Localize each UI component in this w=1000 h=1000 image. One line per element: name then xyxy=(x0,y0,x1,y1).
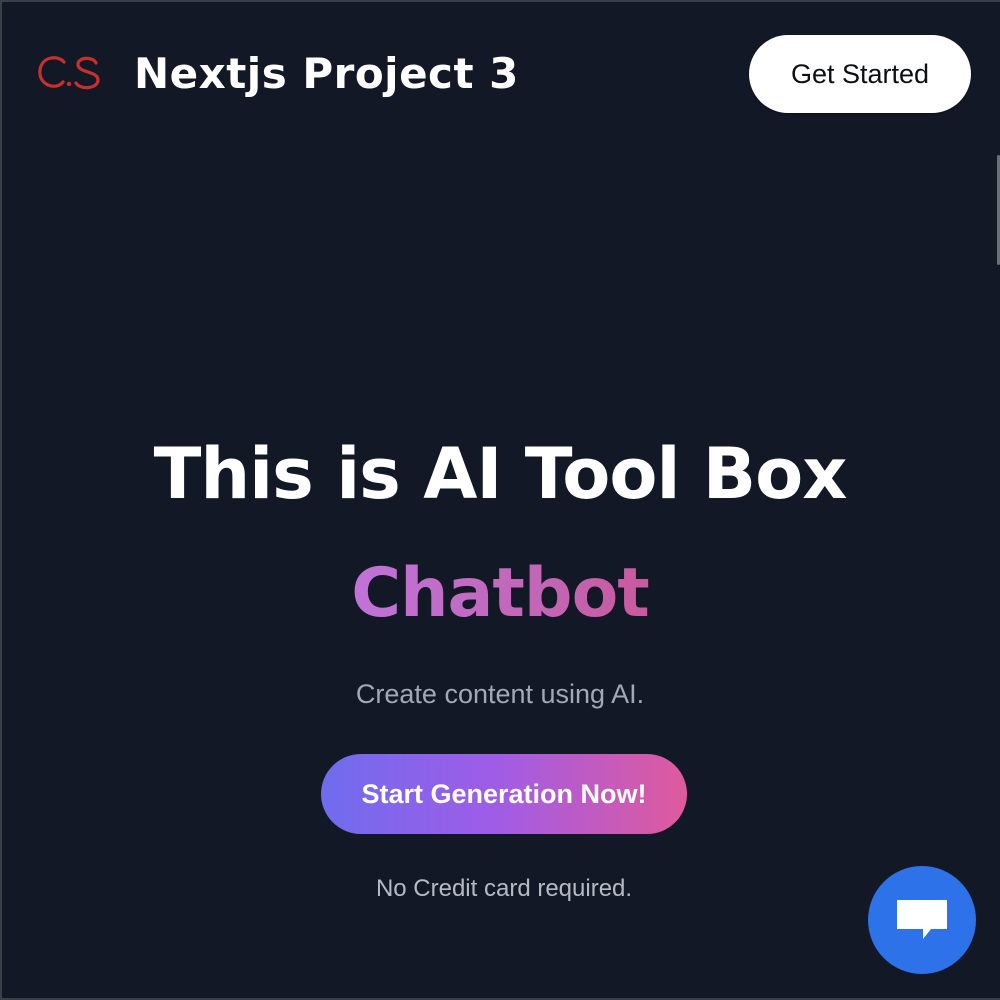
start-generation-button[interactable]: Start Generation Now! xyxy=(321,754,687,834)
cs-logo-icon xyxy=(36,40,102,106)
hero-subtitle: Create content using AI. xyxy=(355,679,645,709)
hero-title: This is AI Tool Box xyxy=(153,433,848,515)
brand-title: Nextjs Project 3 xyxy=(134,48,519,98)
chat-widget-button[interactable] xyxy=(868,866,976,974)
get-started-button[interactable]: Get Started xyxy=(749,35,971,113)
hero-highlight: Chatbot xyxy=(0,552,1000,636)
brand[interactable]: Nextjs Project 3 xyxy=(36,40,519,106)
no-credit-card-note: No Credit card required. xyxy=(375,875,633,902)
site-header: Nextjs Project 3 Get Started xyxy=(0,0,1000,150)
chat-icon xyxy=(894,896,950,944)
hero-highlight-text: Chatbot xyxy=(351,554,650,633)
